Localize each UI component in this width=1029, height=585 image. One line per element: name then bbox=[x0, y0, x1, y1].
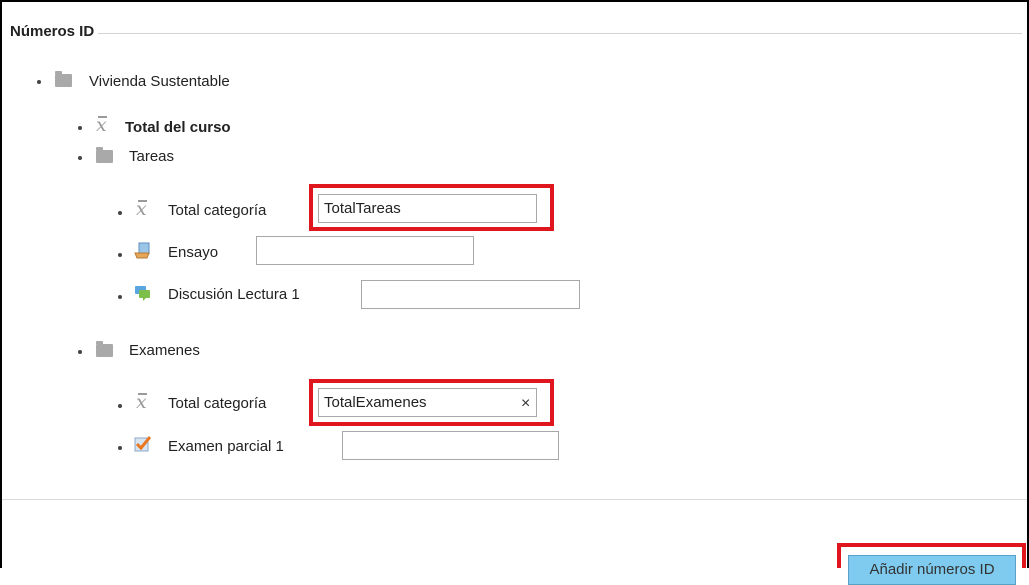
xbar-icon: x bbox=[136, 391, 147, 413]
highlight-box bbox=[837, 543, 1026, 568]
tree-item-label: Total categoría bbox=[168, 202, 267, 219]
section-header-rule bbox=[10, 33, 1022, 34]
tree-bullet bbox=[118, 211, 122, 215]
xbar-icon: x bbox=[96, 114, 107, 136]
tree-item-label: Examen parcial 1 bbox=[168, 438, 284, 455]
folder-icon bbox=[96, 147, 113, 163]
highlight-box bbox=[309, 379, 554, 426]
tree-bullet bbox=[118, 253, 122, 257]
highlight-box bbox=[309, 184, 554, 231]
tree-bullet bbox=[78, 350, 82, 354]
folder-icon bbox=[96, 341, 113, 357]
tree-item-label: Total del curso bbox=[125, 119, 231, 136]
tree-item-label: Total categoría bbox=[168, 395, 267, 412]
idnumber-input-ensayo[interactable] bbox=[256, 236, 474, 265]
tree-item-label: Examenes bbox=[129, 342, 200, 359]
forum-icon bbox=[135, 286, 150, 301]
tree-bullet bbox=[118, 404, 122, 408]
tree-bullet bbox=[118, 446, 122, 450]
tree-item-label: Tareas bbox=[129, 148, 175, 165]
tree-bullet bbox=[118, 295, 122, 299]
assignment-icon bbox=[134, 242, 150, 259]
idnumber-input-discusion[interactable] bbox=[361, 280, 580, 309]
form-divider bbox=[2, 499, 1027, 500]
idnumber-input-examen-parcial[interactable] bbox=[342, 431, 559, 460]
tree-bullet bbox=[78, 126, 82, 130]
tree-item-label: Ensayo bbox=[168, 244, 219, 261]
tree-bullet bbox=[37, 80, 41, 84]
xbar-icon: x bbox=[136, 198, 147, 220]
tree-bullet bbox=[78, 156, 82, 160]
quiz-check-icon bbox=[134, 436, 151, 452]
section-title: Números ID bbox=[10, 23, 99, 40]
tree-item-label: Discusión Lectura 1 bbox=[168, 286, 300, 303]
folder-icon bbox=[55, 71, 72, 87]
tree-item-label: Vivienda Sustentable bbox=[89, 73, 230, 90]
section-header: Números ID bbox=[10, 23, 1022, 45]
